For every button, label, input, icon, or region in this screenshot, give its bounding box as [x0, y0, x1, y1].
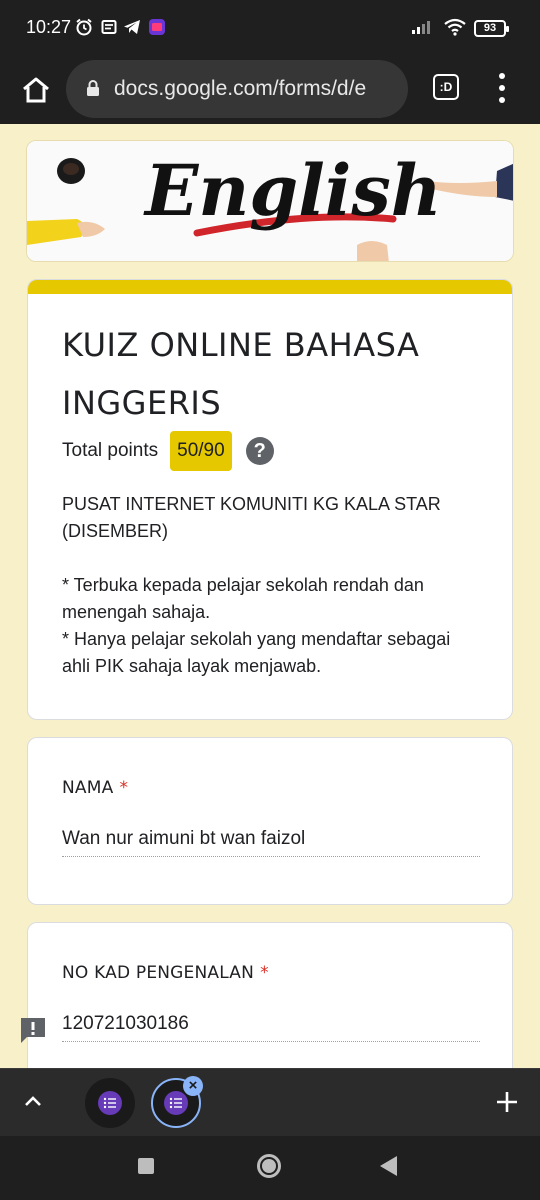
question-label-text: NO KAD PENGENALAN	[62, 963, 255, 983]
back-button[interactable]	[380, 1156, 397, 1176]
header-banner-image: English	[26, 140, 514, 262]
description-line: PUSAT INTERNET KOMUNITI KG KALA STAR (DI…	[62, 494, 441, 541]
question-card-nama: NAMA * Wan nur aimuni bt wan faizol	[27, 737, 513, 905]
page-content: English KUIZ ONLINE BAHASA INGGERIS Tota…	[0, 124, 540, 1068]
more-vert-icon[interactable]	[490, 70, 514, 106]
home-button[interactable]	[257, 1154, 281, 1178]
feedback-icon[interactable]	[19, 1016, 47, 1044]
points-label: Total points	[62, 440, 159, 461]
plus-icon[interactable]	[494, 1089, 520, 1115]
lock-icon	[86, 80, 100, 96]
wifi-icon	[442, 17, 468, 37]
tab-thumbnail[interactable]	[85, 1078, 135, 1128]
answer-field[interactable]: Wan nur aimuni bt wan faizol	[62, 828, 480, 857]
forms-icon	[164, 1091, 188, 1115]
browser-toolbar: docs.google.com/forms/d/e :D	[0, 56, 540, 124]
forms-icon	[98, 1091, 122, 1115]
status-bar: 10:27 93	[0, 0, 540, 56]
alarm-icon	[74, 17, 94, 37]
card-accent-bar	[28, 280, 512, 294]
url-text: docs.google.com/forms/d/e	[114, 77, 367, 100]
telegram-icon	[122, 17, 142, 37]
tab-switcher-button[interactable]: :D	[433, 74, 459, 100]
help-icon[interactable]: ?	[245, 437, 274, 465]
required-mark: *	[260, 963, 269, 983]
question-card-ic-number: NO KAD PENGENALAN * 120721030186	[27, 922, 513, 1068]
banner-text: English	[143, 149, 442, 232]
system-nav-bar	[0, 1136, 540, 1200]
app-icon	[148, 17, 166, 37]
answer-field[interactable]: 120721030186	[62, 1013, 480, 1042]
question-label: NAMA *	[62, 778, 128, 798]
home-icon[interactable]	[16, 70, 56, 110]
address-bar[interactable]: docs.google.com/forms/d/e	[66, 60, 408, 118]
battery-icon: 93	[474, 20, 509, 37]
description-line: * Hanya pelajar sekolah yang mendaftar s…	[62, 629, 451, 676]
signal-icon	[410, 17, 436, 37]
question-label: NO KAD PENGENALAN *	[62, 963, 269, 983]
chevron-up-icon[interactable]	[22, 1091, 44, 1113]
status-time: 10:27	[26, 17, 72, 37]
form-description: PUSAT INTERNET KOMUNITI KG KALA STAR (DI…	[62, 491, 482, 680]
notes-icon	[100, 17, 118, 37]
form-title-card: KUIZ ONLINE BAHASA INGGERIS Total points…	[27, 279, 513, 720]
points-row: Total points 50/90 ?	[62, 431, 274, 471]
points-badge: 50/90	[170, 431, 232, 471]
close-tab-icon[interactable]: ×	[183, 1076, 203, 1096]
tab-strip: ×	[0, 1068, 540, 1136]
required-mark: *	[119, 778, 129, 798]
form-title: KUIZ ONLINE BAHASA INGGERIS	[62, 326, 420, 422]
recents-button[interactable]	[138, 1158, 154, 1174]
question-label-text: NAMA	[62, 778, 114, 798]
description-line: * Terbuka kepada pelajar sekolah rendah …	[62, 575, 424, 622]
